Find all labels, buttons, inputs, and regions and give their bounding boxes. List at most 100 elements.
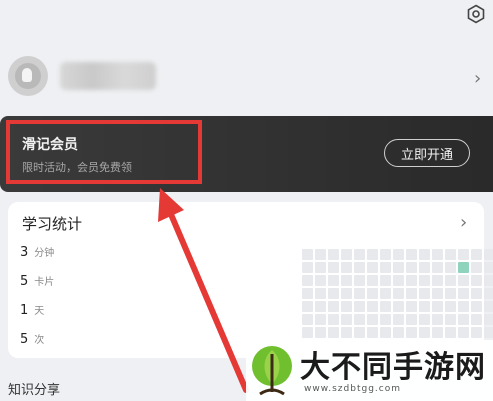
- heatmap-cell: [341, 249, 352, 260]
- heatmap-cell: [419, 275, 430, 286]
- heatmap-cell: [484, 301, 493, 312]
- stat-value: 5: [20, 332, 29, 347]
- heatmap-cell: [302, 327, 313, 338]
- stat-unit: 天: [34, 306, 45, 317]
- heatmap-cell: [328, 314, 339, 325]
- heatmap-cell: [367, 327, 378, 338]
- heatmap-cell: [419, 327, 430, 338]
- heatmap-cell: [406, 275, 417, 286]
- heatmap-cell: [393, 288, 404, 299]
- heatmap-cell: [393, 249, 404, 260]
- heatmap-cell: [484, 288, 493, 299]
- heatmap-cell: [471, 249, 482, 260]
- heatmap-cell: [380, 288, 391, 299]
- heatmap-cell: [354, 262, 365, 273]
- heatmap-cell: [328, 288, 339, 299]
- heatmap-cell: [380, 262, 391, 273]
- stat-times: 5次: [20, 331, 44, 347]
- heatmap-cell: [354, 275, 365, 286]
- heatmap-cell: [471, 262, 482, 273]
- heatmap-cell: [380, 249, 391, 260]
- heatmap-cell: [380, 314, 391, 325]
- heatmap-cell: [445, 288, 456, 299]
- heatmap-cell: [458, 249, 469, 260]
- chevron-right-icon: ›: [474, 68, 482, 89]
- heatmap-cell: [380, 275, 391, 286]
- heatmap-cell: [484, 262, 493, 273]
- stats-title: 学习统计: [22, 215, 83, 233]
- heatmap-cell: [341, 301, 352, 312]
- heatmap-cell: [341, 288, 352, 299]
- heatmap-cell: [445, 327, 456, 338]
- heatmap-cell: [315, 262, 326, 273]
- heatmap-cell: [380, 301, 391, 312]
- heatmap-cell: [315, 314, 326, 325]
- heatmap-cell: [367, 249, 378, 260]
- heatmap-cell: [406, 262, 417, 273]
- heatmap-cell: [341, 262, 352, 273]
- heatmap-cell: [406, 249, 417, 260]
- heatmap-cell: [471, 288, 482, 299]
- heatmap-cell: [315, 275, 326, 286]
- heatmap-cell: [393, 314, 404, 325]
- heatmap-cell: [432, 275, 443, 286]
- stat-unit: 次: [34, 335, 45, 346]
- heatmap-cell: [328, 249, 339, 260]
- stat-days: 1天: [20, 302, 44, 318]
- heatmap-cell: [328, 262, 339, 273]
- heatmap-cell: [471, 301, 482, 312]
- open-membership-button[interactable]: 立即开通: [384, 139, 470, 167]
- heatmap-cell: [354, 288, 365, 299]
- heatmap-cell: [367, 288, 378, 299]
- heatmap-cell: [445, 249, 456, 260]
- knowledge-share-title: 知识分享: [8, 383, 61, 398]
- heatmap-cell: [302, 262, 313, 273]
- heatmap-cell: [341, 327, 352, 338]
- activity-heatmap: [302, 249, 493, 338]
- watermark-url: www.szdbtgg.com: [304, 384, 401, 394]
- heatmap-cell: [458, 327, 469, 338]
- heatmap-cell: [354, 301, 365, 312]
- heatmap-cell: [315, 301, 326, 312]
- heatmap-cell: [432, 249, 443, 260]
- heatmap-cell: [354, 249, 365, 260]
- heatmap-cell: [406, 301, 417, 312]
- heatmap-cell: [315, 249, 326, 260]
- leaf-logo-icon: [252, 346, 292, 396]
- heatmap-cell: [367, 314, 378, 325]
- heatmap-cell: [432, 327, 443, 338]
- heatmap-cell: [458, 275, 469, 286]
- profile-row[interactable]: ›: [0, 48, 493, 108]
- watermark-title: 大不同手游网: [300, 350, 486, 385]
- heatmap-cell: [328, 327, 339, 338]
- heatmap-cell: [432, 314, 443, 325]
- heatmap-cell: [471, 314, 482, 325]
- stat-value: 1: [20, 303, 29, 318]
- stat-cards: 5 卡片: [20, 273, 54, 289]
- heatmap-cell: [484, 327, 493, 338]
- heatmap-cell: [315, 327, 326, 338]
- heatmap-cell: [393, 327, 404, 338]
- heatmap-cell: [367, 275, 378, 286]
- heatmap-cell: [471, 275, 482, 286]
- heatmap-cell: [380, 327, 391, 338]
- heatmap-cell: [354, 314, 365, 325]
- heatmap-cell: [406, 314, 417, 325]
- heatmap-cell: [445, 314, 456, 325]
- heatmap-cell: [471, 327, 482, 338]
- heatmap-cell: [432, 262, 443, 273]
- heatmap-cell: [445, 275, 456, 286]
- stat-unit: 分钟: [34, 248, 55, 259]
- highlight-box: [6, 120, 202, 184]
- chevron-right-icon[interactable]: ›: [460, 212, 467, 233]
- heatmap-cell: [458, 262, 469, 273]
- avatar[interactable]: [8, 56, 48, 96]
- heatmap-cell: [419, 314, 430, 325]
- gear-icon[interactable]: [466, 4, 486, 24]
- heatmap-cell: [432, 288, 443, 299]
- heatmap-cell: [302, 288, 313, 299]
- heatmap-cell: [328, 275, 339, 286]
- heatmap-cell: [367, 301, 378, 312]
- heatmap-cell: [445, 262, 456, 273]
- stat-minutes: 3 分钟: [20, 244, 54, 260]
